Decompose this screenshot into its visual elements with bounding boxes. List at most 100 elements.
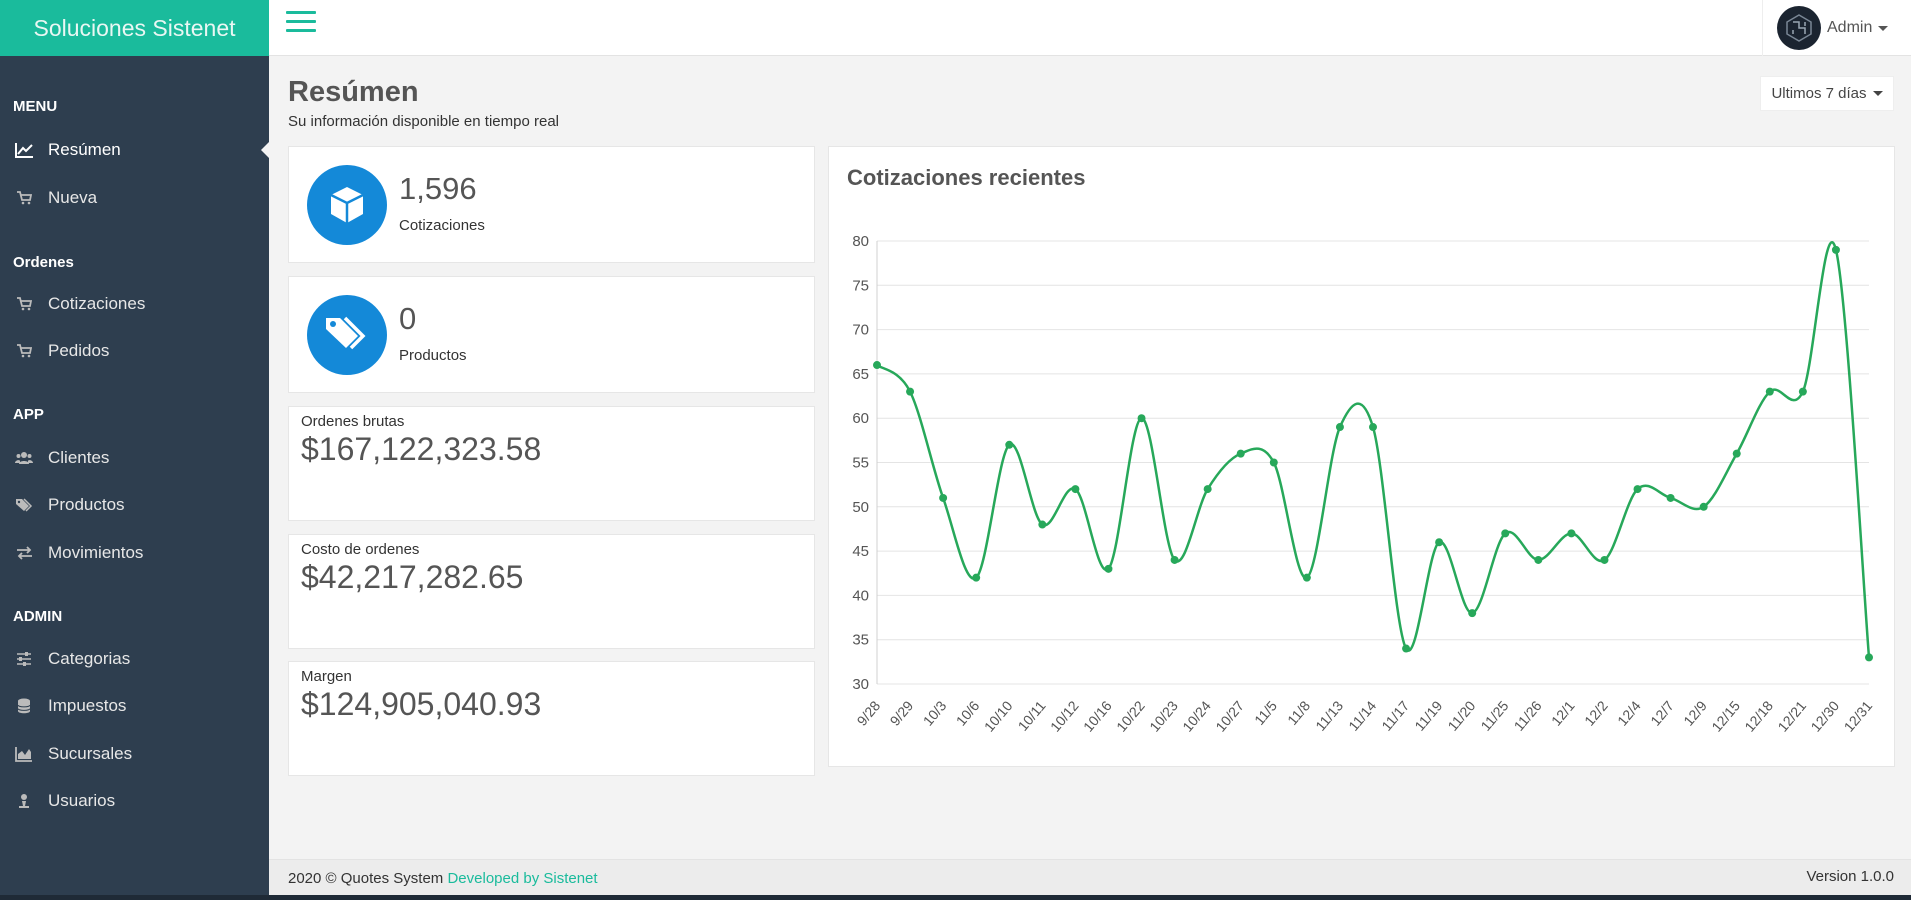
x-tick-label: 12/4	[1614, 697, 1644, 728]
data-point	[1699, 502, 1708, 511]
data-point	[873, 361, 881, 370]
stat-card-productos: 0 Productos	[288, 276, 815, 393]
menu-toggle-icon[interactable]	[286, 11, 316, 37]
sidebar-item-label: Sucursales	[48, 744, 133, 763]
money-value: $124,905,040.93	[301, 686, 542, 722]
data-point	[939, 493, 948, 502]
sidebar-item-usuarios[interactable]: Usuarios	[0, 777, 269, 825]
sidebar-item-label: Cotizaciones	[48, 294, 146, 313]
sidebar-item-productos[interactable]: Productos	[0, 481, 269, 529]
x-tick-label: 12/15	[1708, 697, 1743, 734]
sidebar: Soluciones Sistenet MENU Resúmen Nueva O…	[0, 0, 269, 900]
sidebar-item-cotizaciones[interactable]: Cotizaciones	[0, 280, 269, 328]
y-tick-label: 70	[852, 322, 869, 339]
x-tick-label: 12/31	[1841, 697, 1876, 734]
x-tick-label: 11/5	[1251, 697, 1280, 728]
data-point	[1269, 458, 1278, 467]
y-tick-label: 45	[852, 543, 869, 560]
money-label: Ordenes brutas	[301, 413, 405, 430]
data-point	[1203, 485, 1212, 494]
sidebar-item-label: Nueva	[48, 188, 98, 207]
x-tick-label: 10/27	[1212, 697, 1247, 734]
sidebar-item-label: Usuarios	[48, 791, 116, 810]
chart-title: Cotizaciones recientes	[847, 165, 1086, 190]
users-icon	[14, 448, 34, 468]
x-tick-label: 12/2	[1581, 697, 1611, 728]
bar-chart-icon	[14, 744, 34, 764]
footer: 2020 © Quotes System Developed by Sisten…	[269, 859, 1911, 895]
line-chart: 30354045505560657075809/28 9/29 10/3 10/610…	[852, 233, 1876, 735]
sidebar-item-sucursales[interactable]: Sucursales	[0, 730, 269, 778]
stat-card-cotizaciones: 1,596 Cotizaciones	[288, 146, 815, 263]
topbar: Admin	[269, 0, 1911, 56]
y-tick-label: 65	[852, 366, 869, 383]
data-point	[1865, 653, 1873, 662]
data-point	[972, 573, 981, 582]
sidebar-item-nueva[interactable]: Nueva	[0, 174, 269, 222]
chart-card: 30 35 40 45 50 55 60 65 70 75 80 9/28 9/29 10/3 10/6 10…	[828, 146, 1895, 767]
brand-title[interactable]: Soluciones Sistenet	[0, 0, 269, 56]
data-point	[1071, 485, 1080, 494]
sidebar-item-impuestos[interactable]: Impuestos	[0, 682, 269, 730]
x-tick-label: 11/17	[1378, 697, 1412, 733]
sidebar-item-resumen[interactable]: Resúmen	[0, 126, 269, 174]
y-tick-label: 40	[852, 587, 869, 604]
money-value: $42,217,282.65	[301, 559, 524, 595]
data-point	[1369, 423, 1377, 432]
chart-line-icon	[14, 140, 34, 160]
section-menu: MENU	[13, 98, 58, 115]
cart-icon	[14, 188, 34, 208]
cart-icon	[14, 294, 34, 314]
x-tick-label: 10/22	[1113, 697, 1148, 734]
sidebar-item-label: Movimientos	[48, 543, 144, 562]
x-tick-label: 9/28	[854, 697, 884, 728]
x-tick-label: 11/26	[1511, 697, 1545, 733]
x-tick-label: 12/30	[1807, 697, 1842, 734]
footer-link[interactable]: Developed by Sistenet	[447, 870, 597, 887]
stat-value: 1,596	[399, 171, 477, 206]
tags-icon	[307, 295, 387, 375]
sidebar-item-label: Clientes	[48, 448, 110, 467]
y-tick-label: 35	[852, 632, 869, 649]
y-tick-label: 75	[852, 277, 869, 294]
avatar	[1777, 6, 1821, 50]
tags-icon	[14, 495, 34, 515]
x-tick-label: 10/12	[1047, 697, 1082, 734]
x-tick-label: 11/8	[1284, 697, 1313, 728]
data-point	[1302, 573, 1311, 582]
data-point	[1468, 609, 1477, 618]
cube-icon	[307, 165, 387, 245]
x-tick-label: 12/18	[1741, 697, 1776, 734]
date-range-dropdown[interactable]: Ultimos 7 días	[1760, 76, 1894, 111]
x-tick-label: 11/13	[1312, 697, 1346, 733]
sidebar-item-movimientos[interactable]: Movimientos	[0, 529, 269, 577]
data-point	[1005, 440, 1014, 449]
user-menu[interactable]: Admin	[1762, 0, 1911, 56]
data-point	[1402, 644, 1411, 653]
data-point	[1170, 555, 1179, 564]
y-tick-label: 60	[852, 410, 869, 427]
x-tick-label: 12/1	[1548, 697, 1578, 728]
x-tick-label: 11/19	[1411, 697, 1445, 733]
section-admin: ADMIN	[13, 608, 63, 625]
x-tick-label: 9/29	[887, 697, 917, 728]
x-tick-label: 10/3	[920, 697, 950, 728]
x-tick-label: 11/20	[1444, 697, 1478, 733]
sliders-icon	[14, 649, 34, 669]
sidebar-item-categorias[interactable]: Categorias	[0, 635, 269, 683]
footer-version: Version 1.0.0	[1806, 868, 1894, 885]
sidebar-item-pedidos[interactable]: Pedidos	[0, 327, 269, 375]
page-subtitle: Su información disponible en tiempo real	[288, 113, 559, 130]
section-ordenes: Ordenes	[13, 254, 74, 271]
data-point	[1831, 245, 1840, 254]
x-tick-label: 10/11	[1015, 697, 1049, 733]
data-point	[1501, 529, 1510, 538]
data-point	[1666, 493, 1675, 502]
user-name: Admin	[1827, 19, 1873, 36]
sidebar-item-label: Productos	[48, 495, 125, 514]
footer-copyright: 2020 © Quotes System	[288, 870, 444, 887]
x-tick-label: 12/7	[1647, 697, 1677, 728]
sidebar-item-clientes[interactable]: Clientes	[0, 434, 269, 482]
x-tick-label: 10/16	[1080, 697, 1115, 734]
x-tick-label: 10/10	[981, 697, 1016, 734]
